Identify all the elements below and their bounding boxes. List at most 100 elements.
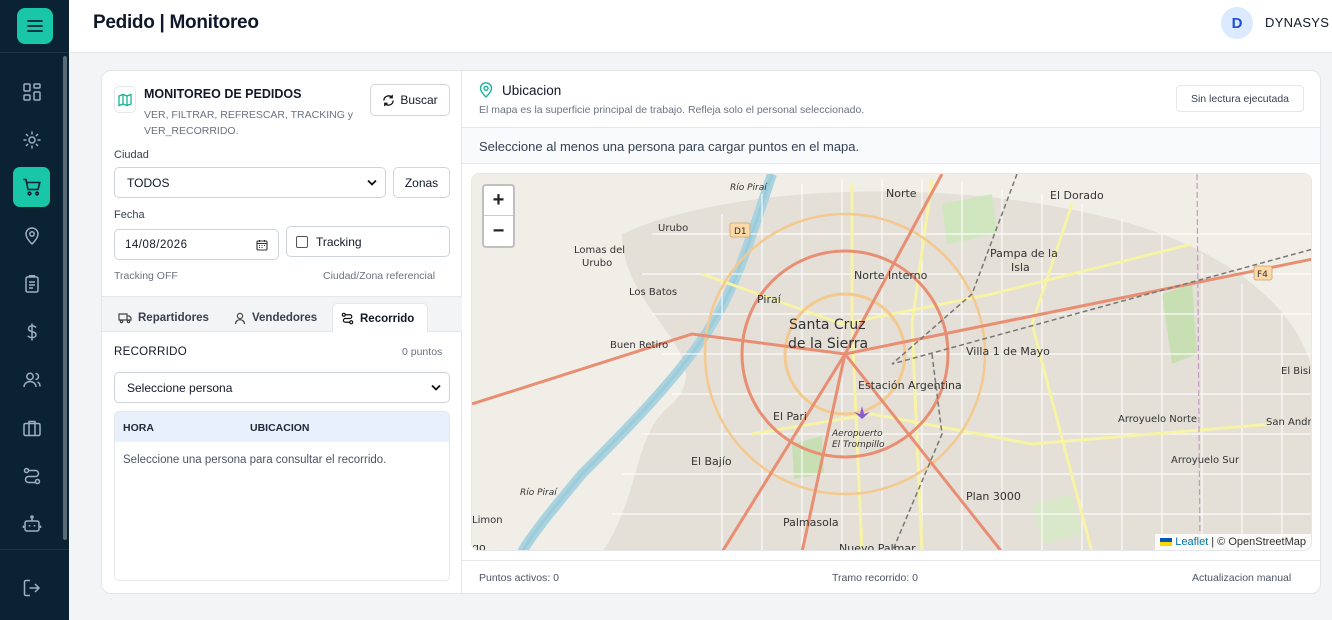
table-header: HORA UBICACION	[115, 412, 449, 442]
sidebar-scrollbar[interactable]	[63, 56, 67, 540]
ukraine-flag-icon	[1160, 538, 1173, 546]
date-label: Fecha	[114, 209, 145, 221]
map-tiles[interactable]: Norte El Dorado Río Piraí Urubo D1 Lomas…	[472, 174, 1312, 551]
table-empty-message: Seleccione una persona para consultar el…	[123, 454, 387, 466]
sidebar-item-users[interactable]	[13, 360, 50, 400]
logout-icon	[23, 579, 40, 597]
sidebar-item-finance[interactable]	[13, 312, 50, 352]
reference-note: Ciudad/Zona referencial	[323, 270, 436, 282]
location-title: Ubicacion	[502, 83, 562, 98]
tab-recorrido[interactable]: Recorrido	[332, 303, 428, 333]
date-field[interactable]: 14/08/2026	[114, 229, 279, 260]
leaflet-link[interactable]: Leaflet	[1175, 536, 1208, 548]
panel-icon-box	[114, 86, 136, 113]
person-select[interactable]: Seleccione persona	[114, 372, 450, 403]
tab-label: Repartidores	[138, 312, 209, 324]
user-name[interactable]: DYNASYS	[1265, 15, 1329, 30]
tab-vendedores[interactable]: Vendedores	[226, 303, 325, 333]
map-label: Isla	[1011, 261, 1030, 274]
search-button[interactable]: Buscar	[370, 84, 450, 116]
location-subtitle: El mapa es la superficie principal de tr…	[479, 104, 865, 116]
route-point-count: 0 puntos	[402, 346, 443, 358]
city-select[interactable]: TODOS	[114, 167, 386, 198]
map-label: Río Piraí	[730, 183, 768, 193]
map-label: El Pari	[773, 410, 807, 423]
zones-button-label: Zonas	[404, 175, 439, 190]
sidebar-item-business[interactable]	[13, 408, 50, 448]
sidebar-item-bots[interactable]	[13, 504, 50, 544]
sidebar	[0, 0, 69, 620]
sidebar-divider	[0, 549, 69, 550]
logout-button[interactable]	[13, 568, 50, 608]
map-label: Estación Argentina	[858, 379, 962, 392]
column-ubicacion: UBICACION	[250, 422, 310, 434]
sidebar-item-tasks[interactable]	[13, 264, 50, 304]
zoom-in-button[interactable]: +	[484, 186, 513, 216]
location-pin-icon	[479, 82, 493, 98]
map-panel: Ubicacion El mapa es la superficie princ…	[462, 71, 1320, 593]
tab-label: Recorrido	[360, 312, 415, 325]
map-canvas[interactable]: Norte El Dorado Río Piraí Urubo D1 Lomas…	[471, 173, 1312, 551]
route-icon	[23, 467, 40, 485]
map-label: Pampa de la	[990, 247, 1058, 260]
route-title: RECORRIDO	[114, 346, 187, 358]
map-label: Río Piraí	[520, 488, 558, 498]
person-icon	[234, 312, 246, 324]
dollar-icon	[26, 323, 37, 341]
monitor-card: MONITOREO DE PEDIDOS VER, FILTRAR, REFRE…	[101, 70, 1321, 594]
cart-icon	[23, 178, 41, 196]
map-label: D1	[734, 227, 747, 237]
tracking-toggle[interactable]: Tracking	[286, 226, 450, 257]
zoom-out-button[interactable]: −	[484, 216, 513, 246]
zoom-control: + −	[482, 184, 515, 248]
search-button-label: Buscar	[400, 93, 438, 107]
map-label: Lomas del	[574, 245, 625, 256]
menu-toggle-button[interactable]	[16, 8, 53, 44]
avatar[interactable]: D	[1221, 7, 1253, 39]
map-label: El Dorado	[1050, 189, 1104, 202]
map-hint-text: Seleccione al menos una persona para car…	[479, 139, 860, 154]
map-hint-bar: Seleccione al menos una persona para car…	[462, 127, 1320, 164]
map-label: El Trompillo	[832, 440, 885, 450]
map-pin-icon	[24, 227, 39, 246]
map-label: Norte	[886, 187, 917, 200]
dashboard-icon	[22, 83, 41, 101]
map-label: Limon	[472, 515, 503, 526]
tab-bar: Repartidores Vendedores Recorrido	[102, 296, 462, 333]
map-label: Santa Cruz	[789, 317, 866, 333]
truck-icon	[118, 313, 132, 324]
map-label: Aeropuerto	[831, 429, 883, 439]
sidebar-item-settings[interactable]	[13, 120, 50, 160]
active-points: Puntos activos: 0	[479, 572, 559, 584]
city-label: Ciudad	[114, 149, 149, 161]
tracking-checkbox[interactable]	[296, 235, 308, 248]
map-label: go	[472, 541, 486, 551]
zones-button[interactable]: Zonas	[393, 167, 450, 198]
tab-repartidores[interactable]: Repartidores	[110, 303, 217, 333]
sidebar-item-routes[interactable]	[13, 456, 50, 496]
chevron-down-icon	[431, 384, 441, 391]
map-label: de la Sierra	[788, 336, 868, 352]
page-title: Pedido | Monitoreo	[93, 12, 259, 33]
sidebar-item-orders[interactable]	[13, 167, 50, 207]
attribution-text: | © OpenStreetMap	[1211, 536, 1306, 548]
calendar-icon[interactable]	[256, 239, 268, 251]
gear-icon	[23, 131, 40, 149]
route-segment: Tramo recorrido: 0	[832, 572, 918, 584]
tracking-label: Tracking	[316, 234, 362, 249]
refresh-icon	[383, 94, 395, 106]
map-label: Villa 1 de Mayo	[966, 345, 1050, 358]
clipboard-icon	[24, 275, 39, 293]
briefcase-icon	[22, 420, 41, 437]
sidebar-item-dashboard[interactable]	[13, 72, 50, 112]
top-header: Pedido | Monitoreo D DYNASYS	[69, 0, 1332, 53]
person-select-value: Seleccione persona	[127, 380, 233, 395]
sidebar-item-locations[interactable]	[13, 216, 50, 256]
map-label: Norte Interno	[854, 269, 928, 282]
panel-title: MONITOREO DE PEDIDOS	[144, 87, 302, 101]
users-icon	[22, 372, 41, 388]
tracking-status: Tracking OFF	[114, 270, 178, 282]
map-label: F4	[1257, 270, 1268, 280]
map-label: Buen Retiro	[610, 340, 668, 351]
filter-panel: MONITOREO DE PEDIDOS VER, FILTRAR, REFRE…	[102, 71, 462, 593]
